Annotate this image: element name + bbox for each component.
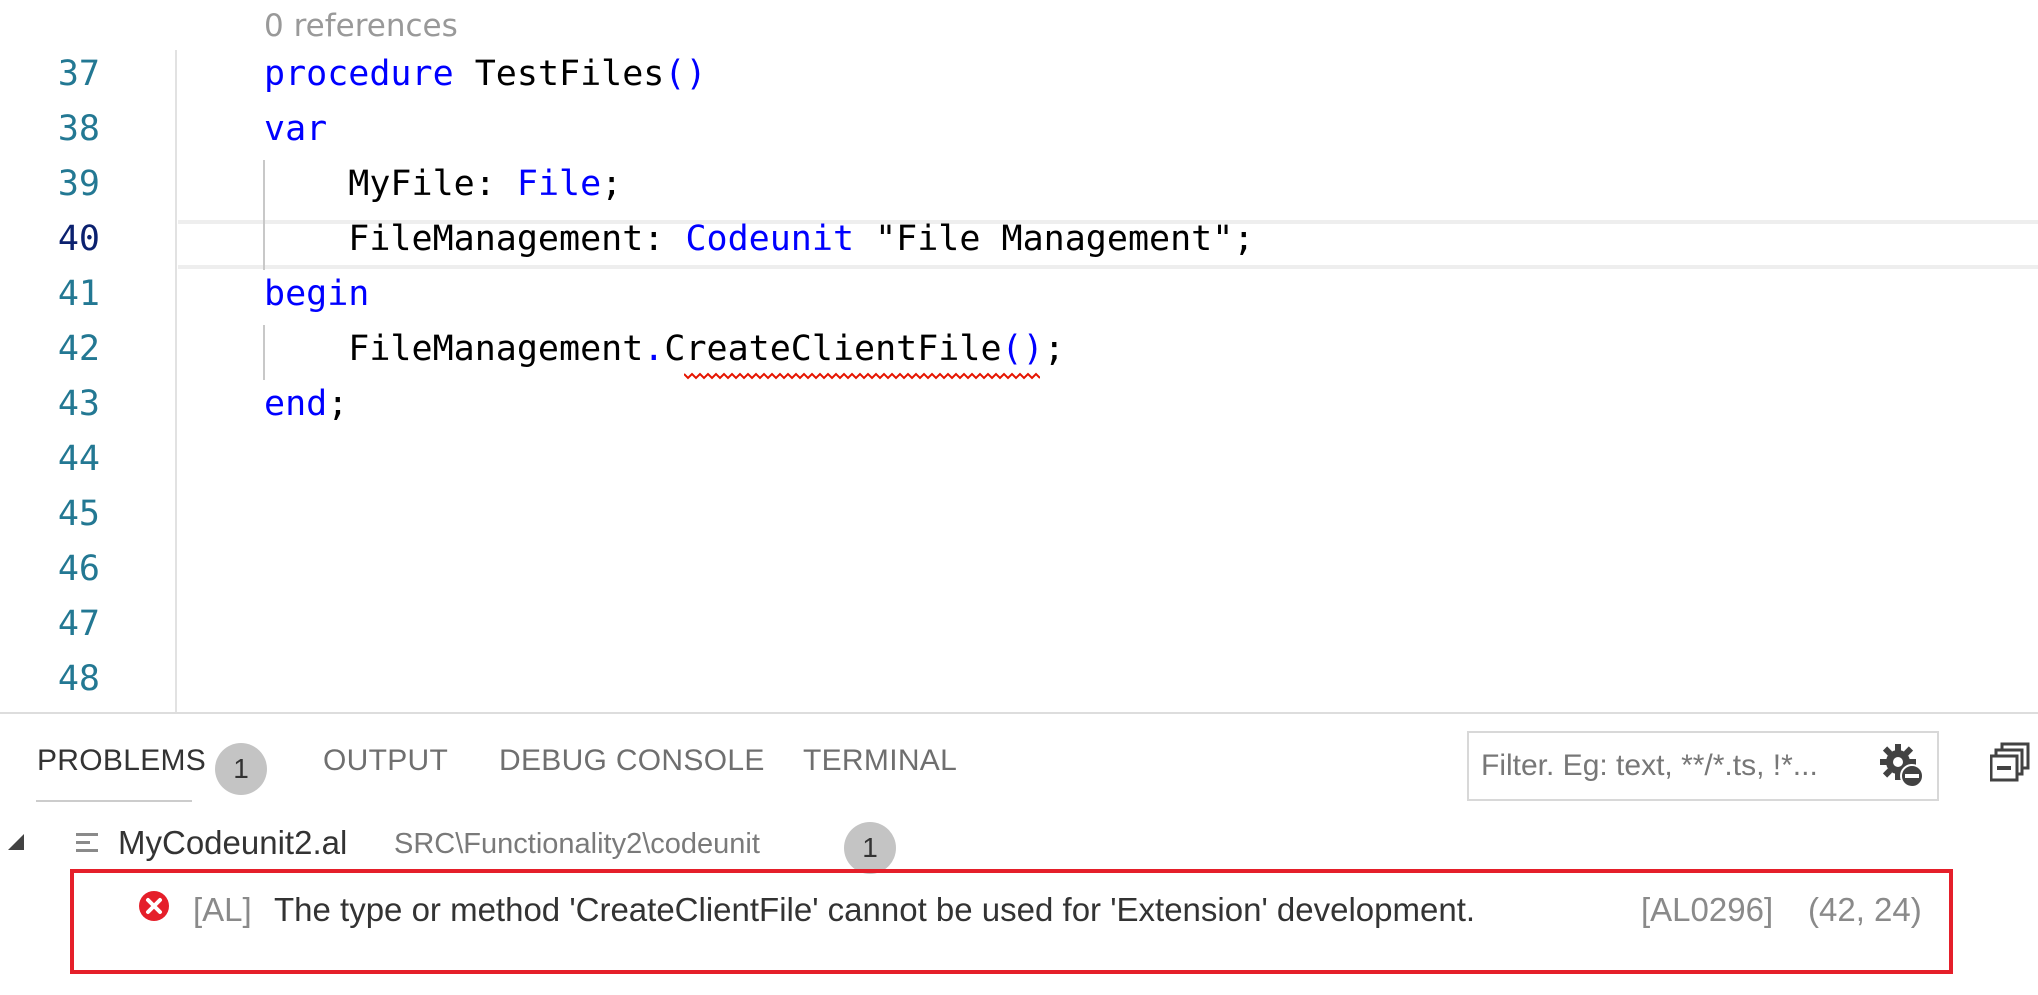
file-problem-count-badge: 1	[844, 822, 896, 874]
line-number: 44	[57, 439, 100, 479]
code-line[interactable]: 37 procedure TestFiles()	[0, 47, 2038, 102]
code-line[interactable]: 40 FileManagement: Codeunit "File Manage…	[0, 212, 2038, 267]
line-number: 38	[57, 109, 100, 149]
line-number: 45	[57, 494, 100, 534]
code-text: var	[264, 102, 327, 157]
line-number: 42	[57, 329, 100, 369]
code-text: end;	[264, 377, 348, 432]
collapse-all-icon[interactable]	[1990, 742, 2030, 784]
problem-code: [AL0296]	[1641, 891, 1774, 928]
line-number: 37	[57, 54, 100, 94]
tab-problems[interactable]: PROBLEMS	[37, 744, 206, 778]
code-token: ;	[601, 164, 623, 204]
code-text: begin	[264, 267, 369, 322]
code-token: TestFiles	[453, 54, 665, 94]
code-text: MyFile: File;	[264, 157, 622, 212]
code-token: end	[264, 384, 328, 424]
problem-source: [AL]	[193, 891, 252, 928]
code-line[interactable]: 45	[0, 487, 2038, 542]
code-token: FileManagement:	[264, 219, 686, 259]
filter-input[interactable]	[1481, 743, 1871, 789]
code-line[interactable]: 39 MyFile: File;	[0, 157, 2038, 212]
code-token: CreateClientFile	[664, 329, 1002, 369]
code-token: ;	[1043, 329, 1065, 369]
tab-terminal[interactable]: TERMINAL	[803, 744, 957, 778]
line-number: 39	[57, 164, 100, 204]
code-line[interactable]: 47	[0, 597, 2038, 652]
code-token: Codeunit	[685, 219, 855, 259]
code-token: ;	[327, 384, 349, 424]
line-number: 41	[57, 274, 100, 314]
file-lines-icon	[76, 833, 98, 852]
codelens-references[interactable]: 0 references	[264, 8, 458, 44]
code-line[interactable]: 43 end;	[0, 377, 2038, 432]
problem-position: (42, 24)	[1808, 891, 1922, 928]
code-line[interactable]: 38 var	[0, 102, 2038, 157]
problem-message: The type or method 'CreateClientFile' ca…	[274, 891, 1476, 928]
line-number: 47	[57, 604, 100, 644]
code-token: FileManagement	[264, 329, 644, 369]
code-line[interactable]: 46	[0, 542, 2038, 597]
line-number: 40	[57, 219, 100, 259]
problems-filter[interactable]	[1467, 731, 1939, 801]
code-text: FileManagement.CreateClientFile();	[264, 322, 1065, 377]
code-token: .	[643, 329, 665, 369]
problems-count-badge: 1	[215, 743, 267, 795]
problem-file-name[interactable]: MyCodeunit2.al	[118, 824, 347, 862]
line-number: 48	[57, 659, 100, 699]
code-text: procedure TestFiles()	[264, 47, 707, 102]
code-token: procedure	[264, 54, 454, 94]
error-squiggle	[684, 372, 1040, 380]
tab-debug-console[interactable]: DEBUG CONSOLE	[499, 744, 765, 778]
collapse-arrow-icon[interactable]	[6, 832, 26, 852]
code-token: ()	[1001, 329, 1044, 369]
code-token: var	[264, 109, 328, 149]
active-tab-indicator	[36, 800, 192, 802]
bottom-panel: PROBLEMS 1 OUTPUT DEBUG CONSOLE TERMINAL	[0, 712, 2038, 995]
error-icon	[139, 891, 169, 921]
tab-output[interactable]: OUTPUT	[323, 744, 448, 778]
code-line[interactable]: 42 FileManagement.CreateClientFile();	[0, 322, 2038, 377]
code-line[interactable]: 41 begin	[0, 267, 2038, 322]
code-token: MyFile:	[264, 164, 517, 204]
problem-item[interactable]: [AL] The type or method 'CreateClientFil…	[70, 869, 1953, 974]
code-token: File	[516, 164, 602, 204]
code-editor[interactable]: 0 references 37 procedure TestFiles() 38 va…	[0, 0, 2038, 712]
line-number: 43	[57, 384, 100, 424]
code-token: begin	[264, 274, 370, 314]
filter-settings-icon[interactable]	[1878, 740, 1926, 788]
problem-file-path: SRC\Functionality2\codeunit	[394, 828, 760, 860]
code-line[interactable]: 48	[0, 652, 2038, 707]
code-line[interactable]: 44	[0, 432, 2038, 487]
code-token: "File Management";	[854, 219, 1255, 259]
line-number: 46	[57, 549, 100, 589]
code-token: ()	[664, 54, 707, 94]
code-text: FileManagement: Codeunit "File Managemen…	[264, 212, 1254, 267]
